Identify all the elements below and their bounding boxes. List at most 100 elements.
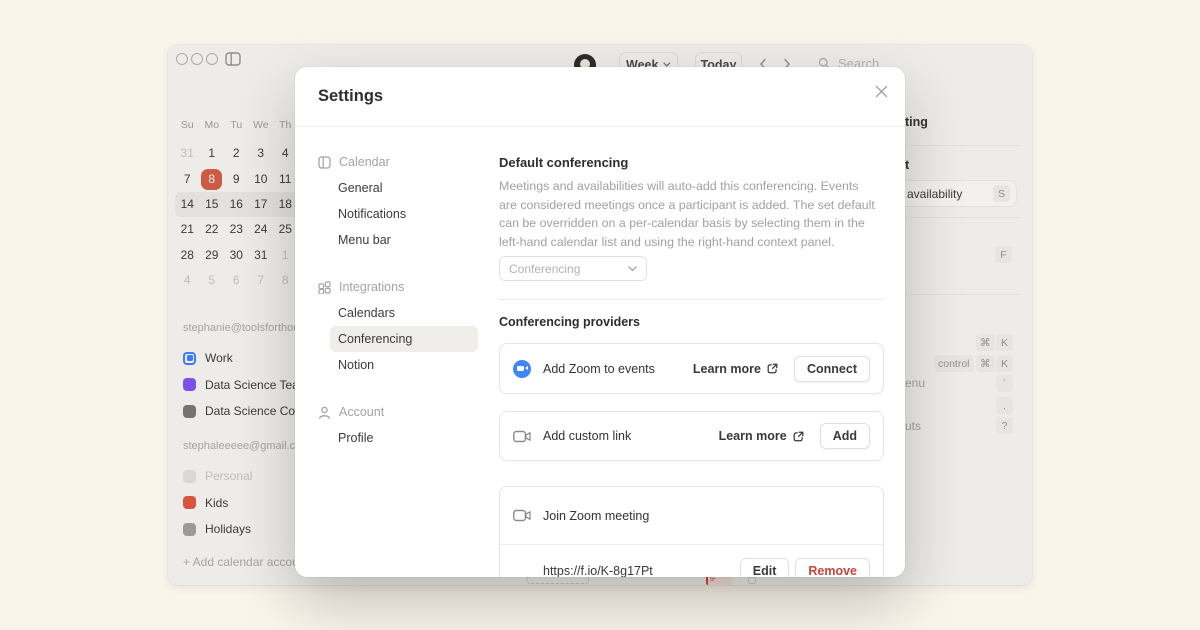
calendar-week-row: 311234: [175, 141, 298, 166]
kbd-f: F: [995, 246, 1012, 263]
nav-group-label: Integrations: [339, 280, 404, 294]
divider: [904, 217, 1020, 218]
calendar-label: Data Science Core: [205, 404, 306, 418]
section-description: Meetings and availabilities will auto-ad…: [499, 177, 879, 251]
calendar-week-row: 45678: [175, 268, 298, 293]
nav-group-label: Calendar: [339, 155, 390, 169]
event-fragment-dashed: [527, 576, 589, 584]
calendar-day[interactable]: 17: [249, 194, 274, 215]
calendar-day-today[interactable]: 8: [201, 169, 222, 190]
camera-icon: [513, 430, 532, 443]
calendar-day[interactable]: 2: [224, 143, 249, 164]
conferencing-select[interactable]: Conferencing: [499, 256, 647, 281]
calendar-day[interactable]: 1: [273, 245, 298, 266]
menu-label-fragment: enu: [905, 376, 925, 390]
divider: [904, 145, 1020, 146]
calendar-day[interactable]: 28: [175, 245, 200, 266]
kbd-question: ?: [996, 417, 1013, 434]
calendar-day[interactable]: 22: [200, 219, 225, 240]
calendar-day[interactable]: 15: [200, 194, 225, 215]
add-button[interactable]: Add: [820, 423, 870, 449]
calendar-day[interactable]: 24: [249, 219, 274, 240]
calendar-day[interactable]: 3: [249, 143, 274, 164]
settings-nav-item-menu-bar[interactable]: Menu bar: [330, 227, 478, 253]
divider: [499, 299, 884, 300]
calendar-icon: [318, 156, 331, 169]
calendar-day[interactable]: 4: [273, 143, 298, 164]
provider-cards: Add Zoom to eventsLearn moreConnectAdd c…: [499, 343, 884, 486]
calendar-day[interactable]: 30: [224, 245, 249, 266]
weekday-header-row: SuMoTuWeTh: [175, 109, 298, 141]
camera-icon: [513, 509, 532, 522]
kbd-k: K: [996, 334, 1013, 351]
calendar-day[interactable]: 21: [175, 219, 200, 240]
calendar-day[interactable]: 7: [249, 270, 274, 291]
weekday-label: Su: [175, 119, 200, 131]
external-link-icon: [793, 431, 804, 442]
calendar-label: Work: [205, 351, 233, 365]
settings-nav-group-account: Account: [318, 399, 480, 425]
calendar-day[interactable]: 1: [200, 143, 225, 164]
kbd-cmd: ⌘: [976, 355, 995, 372]
availability-label: availability: [907, 187, 962, 201]
custom-link-card: Join Zoom meeting https://f.io/K-8g17Pt …: [499, 486, 884, 577]
kbd-k: K: [996, 355, 1013, 372]
settings-nav-item-calendars[interactable]: Calendars: [330, 300, 478, 326]
integrations-icon: [318, 281, 331, 294]
custom-link-header: Join Zoom meeting: [500, 487, 883, 544]
calendar-week-row: 282930311: [175, 243, 298, 268]
settings-nav-item-notion[interactable]: Notion: [330, 352, 478, 378]
window-close-button[interactable]: [176, 53, 188, 65]
zoom-video-icon: [513, 360, 532, 378]
connect-button[interactable]: Connect: [794, 356, 870, 382]
calendar-day[interactable]: 14: [175, 194, 200, 215]
calendar-day[interactable]: 18: [273, 194, 298, 215]
settings-nav-item-conferencing[interactable]: Conferencing: [330, 326, 478, 352]
divider: [904, 294, 1020, 295]
settings-nav-item-notifications[interactable]: Notifications: [330, 201, 478, 227]
calendar-day[interactable]: 6: [224, 270, 249, 291]
remove-button[interactable]: Remove: [795, 558, 870, 577]
provider-row: Add custom linkLearn more Add: [500, 412, 883, 460]
learn-more-link[interactable]: Learn more: [719, 429, 804, 443]
kbd-dot: .: [996, 397, 1013, 414]
calendar-day[interactable]: 7: [175, 169, 200, 190]
learn-more-label: Learn more: [719, 429, 787, 443]
calendar-day[interactable]: 16: [224, 194, 249, 215]
calendar-day[interactable]: 4: [175, 270, 200, 291]
weekday-label: Tu: [224, 119, 249, 131]
settings-nav-item-profile[interactable]: Profile: [330, 425, 478, 451]
calendar-label: Data Science Team: [205, 378, 309, 392]
sidebar-toggle-icon[interactable]: [225, 52, 241, 66]
shortcuts-label-fragment: uts: [905, 419, 921, 433]
add-calendar-account-button[interactable]: + Add calendar account: [183, 554, 309, 570]
calendar-week-row: 7891011: [175, 166, 298, 191]
calendar-day[interactable]: 11: [273, 169, 298, 190]
calendar-day[interactable]: 9: [224, 169, 249, 190]
section-heading: Default conferencing: [499, 155, 628, 170]
share-availability-menu-item[interactable]: availability S: [890, 180, 1017, 207]
calendar-day[interactable]: 8: [273, 270, 298, 291]
calendar-day[interactable]: 10: [249, 169, 274, 190]
provider-card: Add custom linkLearn more Add: [499, 411, 884, 461]
calendar-color-swatch: [183, 378, 196, 391]
window-minimize-button[interactable]: [191, 53, 203, 65]
calendar-label: Kids: [205, 496, 228, 510]
calendar-day[interactable]: 31: [249, 245, 274, 266]
calendar-day[interactable]: 29: [200, 245, 225, 266]
right-panel-heading-fragment: ting: [905, 115, 928, 129]
calendar-day[interactable]: 23: [224, 219, 249, 240]
edit-button[interactable]: Edit: [740, 558, 790, 577]
mini-calendar: SuMoTuWeTh311234789101114151617182122232…: [175, 109, 298, 293]
custom-link-url: https://f.io/K-8g17Pt: [543, 564, 734, 577]
window-zoom-button[interactable]: [206, 53, 218, 65]
custom-link-title: Join Zoom meeting: [543, 509, 649, 523]
calendar-day[interactable]: 5: [200, 270, 225, 291]
calendar-day[interactable]: 31: [175, 143, 200, 164]
provider-label: Add custom link: [543, 429, 719, 443]
calendar-label: Holidays: [205, 522, 251, 536]
learn-more-link[interactable]: Learn more: [693, 362, 778, 376]
settings-nav-item-general[interactable]: General: [330, 175, 478, 201]
calendar-day[interactable]: 25: [273, 219, 298, 240]
calendar-week-row: 2122232425: [175, 217, 298, 242]
